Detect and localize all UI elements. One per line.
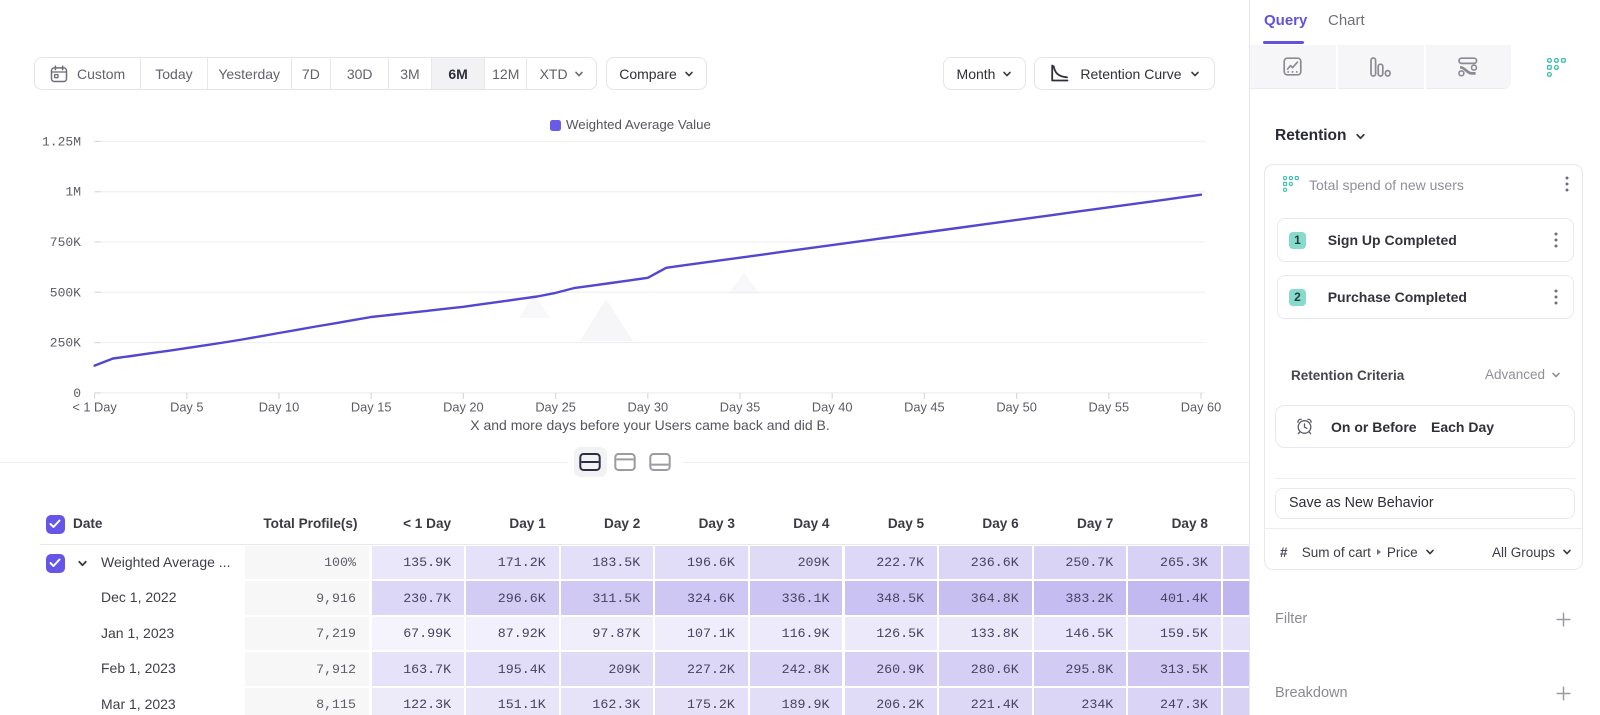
svg-text:Day 35: Day 35: [720, 399, 761, 414]
svg-text:X and more days before your Us: X and more days before your Users came b…: [470, 417, 830, 433]
svg-text:Day 20: Day 20: [443, 399, 484, 414]
svg-text:250K: 250K: [50, 336, 81, 351]
svg-text:Day 5: Day 5: [170, 399, 203, 414]
svg-text:Day 10: Day 10: [259, 399, 300, 414]
svg-text:Day 30: Day 30: [628, 399, 669, 414]
svg-text:Day 15: Day 15: [351, 399, 392, 414]
svg-text:1M: 1M: [65, 185, 81, 200]
svg-text:Day 45: Day 45: [904, 399, 945, 414]
svg-text:Day 40: Day 40: [812, 399, 853, 414]
svg-text:750K: 750K: [50, 235, 81, 250]
svg-text:Day 50: Day 50: [996, 399, 1037, 414]
svg-text:Day 55: Day 55: [1089, 399, 1130, 414]
svg-text:1.25M: 1.25M: [42, 134, 81, 149]
svg-text:500K: 500K: [50, 285, 81, 300]
svg-text:Day 25: Day 25: [535, 399, 576, 414]
svg-text:Day 60: Day 60: [1181, 399, 1222, 414]
svg-text:< 1 Day: < 1 Day: [72, 399, 117, 414]
